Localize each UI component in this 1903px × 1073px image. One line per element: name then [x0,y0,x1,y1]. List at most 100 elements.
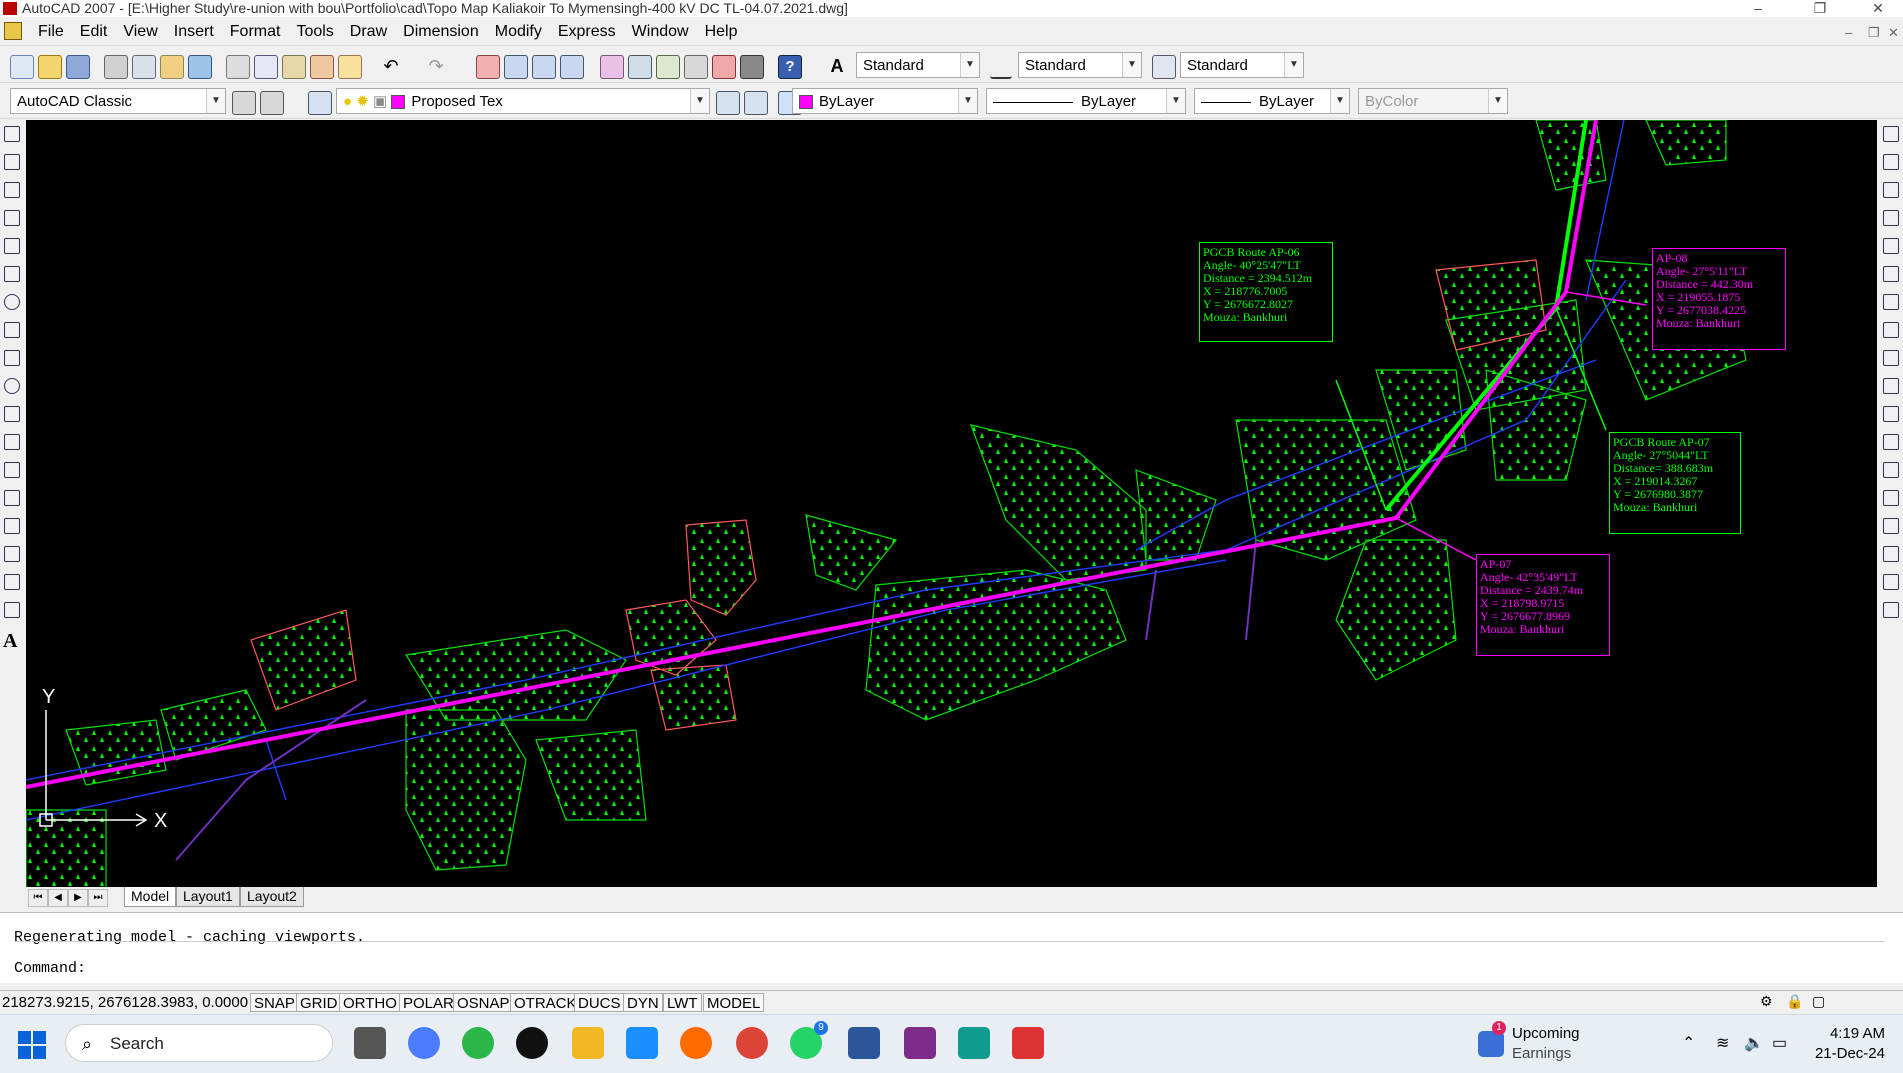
workspace-select[interactable]: AutoCAD Classic ▼ [10,88,226,114]
make-current-icon[interactable] [716,91,740,115]
lineweight-select[interactable]: ByLayer ▼ [1194,88,1350,114]
menu-file[interactable]: File [30,17,72,47]
lock-icon[interactable]: 🔒 [1786,993,1803,1010]
circle-icon[interactable] [4,294,20,310]
region-icon[interactable] [4,574,20,590]
menu-dimension[interactable]: Dimension [395,17,487,47]
open-icon[interactable] [38,55,62,79]
firefox-icon[interactable] [680,1027,712,1059]
command-prompt[interactable]: Command: [14,960,86,977]
zoom-window-icon[interactable] [532,55,556,79]
ortho-toggle[interactable]: ORTHO [339,993,401,1012]
zoom-realtime-icon[interactable] [504,55,528,79]
multiline-text-icon[interactable]: A [3,630,24,653]
break-icon[interactable] [1883,434,1899,450]
text-style-icon[interactable]: A [826,55,848,77]
wechat-icon[interactable] [462,1027,494,1059]
plot-icon[interactable] [104,55,128,79]
table-style-icon[interactable] [1152,55,1176,79]
drawing-canvas[interactable]: Y X PGCB Route AP-06 Angle- 40°25'47"LT … [26,120,1877,888]
next-tab-icon[interactable]: ▶ [68,889,88,907]
pdf-app-icon[interactable] [904,1027,936,1059]
plot-preview-icon[interactable] [132,55,156,79]
text-style-select[interactable]: Standard ▼ [856,52,980,78]
dyn-toggle[interactable]: DYN [623,993,663,1012]
snap-toggle[interactable]: SNAP [250,993,299,1012]
point-icon[interactable] [4,490,20,506]
menu-express[interactable]: Express [550,17,624,47]
rectangle-icon[interactable] [4,238,20,254]
close-button[interactable]: ✕ [1858,0,1898,17]
zoom-previous-icon[interactable] [560,55,584,79]
properties-panel-icon[interactable] [1883,602,1899,618]
arc-icon[interactable] [4,266,20,282]
clean-screen-icon[interactable]: ▢ [1812,993,1825,1010]
pan-icon[interactable] [476,55,500,79]
menu-insert[interactable]: Insert [166,17,222,47]
scale-icon[interactable] [1883,322,1899,338]
gradient-icon[interactable] [4,546,20,562]
sheet-set-icon[interactable] [684,55,708,79]
line-icon[interactable] [4,126,20,142]
wifi-icon[interactable]: ≋ [1716,1033,1729,1053]
revision-cloud-icon[interactable] [4,322,20,338]
minimize-button[interactable]: – [1738,0,1778,17]
new-icon[interactable] [10,55,34,79]
word-icon[interactable] [848,1027,880,1059]
dim-style-select[interactable]: Standard ▼ [1018,52,1142,78]
publish-icon[interactable] [160,55,184,79]
chamfer-icon[interactable] [1883,490,1899,506]
earnings-widget[interactable]: Upcoming Earnings [1512,1024,1580,1064]
osnap-toggle[interactable]: OSNAP [453,993,514,1012]
mirror-icon[interactable] [1883,182,1899,198]
snipping-tool-icon[interactable] [1012,1027,1044,1059]
upwork-icon[interactable] [516,1027,548,1059]
menu-help[interactable]: Help [697,17,746,47]
spline-icon[interactable] [4,350,20,366]
undo-icon[interactable]: ↶ [380,55,402,77]
menu-window[interactable]: Window [624,17,697,47]
save-icon[interactable] [66,55,90,79]
document-icon[interactable] [4,22,22,40]
volume-icon[interactable]: 🔈 [1744,1033,1764,1053]
menu-modify[interactable]: Modify [487,17,550,47]
erase-icon[interactable] [1883,126,1899,142]
3d-dwf-icon[interactable] [188,55,212,79]
copy-icon[interactable] [254,55,278,79]
doc-restore-icon[interactable]: ❐ [1868,25,1880,41]
rotate-icon[interactable] [1883,294,1899,310]
insert-block-icon[interactable] [4,434,20,450]
ellipse-arc-icon[interactable] [4,406,20,422]
layer-previous-icon[interactable] [744,91,768,115]
tab-layout2[interactable]: Layout2 [240,887,304,907]
coordinate-readout[interactable]: 218273.9215, 2676128.3983, 0.0000 [2,994,248,1011]
polyline-icon[interactable] [4,182,20,198]
draw-order-icon[interactable] [1883,574,1899,590]
polar-toggle[interactable]: POLAR [399,993,458,1012]
workspace-settings-icon[interactable] [232,91,256,115]
task-view-icon[interactable] [354,1027,386,1059]
file-explorer-icon[interactable] [572,1027,604,1059]
clock[interactable]: 4:19 AM 21-Dec-24 [1815,1024,1885,1064]
autocad-taskbar-icon[interactable] [958,1027,990,1059]
menu-draw[interactable]: Draw [342,17,395,47]
table-icon[interactable] [4,602,20,618]
restore-button[interactable]: ❐ [1800,0,1840,17]
ellipse-icon[interactable] [4,378,20,394]
join-icon[interactable] [1883,462,1899,478]
copilot-icon[interactable] [408,1027,440,1059]
tab-layout1[interactable]: Layout1 [176,887,240,907]
model-toggle[interactable]: MODEL [703,993,765,1012]
grid-toggle[interactable]: GRID [296,993,342,1012]
linetype-select[interactable]: ByLayer ▼ [986,88,1186,114]
construction-line-icon[interactable] [4,154,20,170]
array-icon[interactable] [1883,238,1899,254]
ducs-toggle[interactable]: DUCS [574,993,625,1012]
extend-icon[interactable] [1883,406,1899,422]
lwt-toggle[interactable]: LWT [663,993,702,1012]
markup-icon[interactable] [712,55,736,79]
redo-icon[interactable]: ↷ [425,55,447,77]
doc-minimize-icon[interactable]: – [1845,25,1852,40]
table-style-select[interactable]: Standard ▼ [1180,52,1304,78]
design-center-icon[interactable] [628,55,652,79]
